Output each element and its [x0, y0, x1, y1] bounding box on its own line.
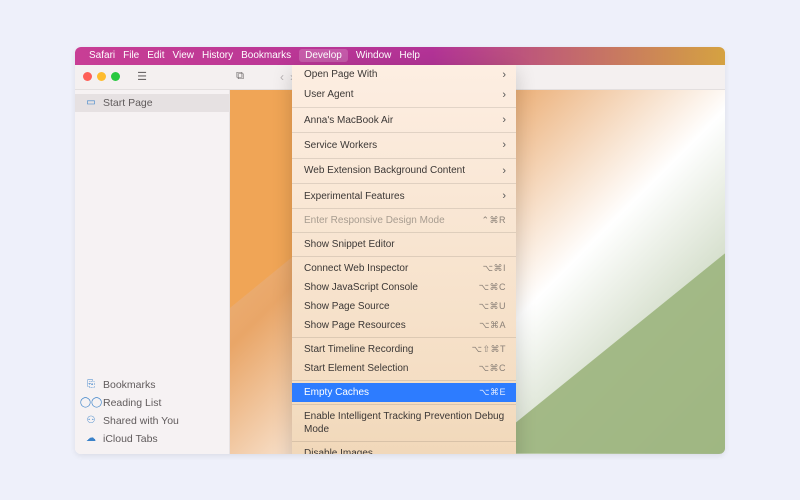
- menu-shortcut: ⌃⌘R: [481, 215, 506, 227]
- menu-bookmarks[interactable]: Bookmarks: [241, 50, 291, 61]
- menu-item[interactable]: Enable Intelligent Tracking Prevention D…: [292, 407, 516, 439]
- cloud-icon: ☁: [85, 433, 97, 444]
- menu-edit[interactable]: Edit: [147, 50, 164, 61]
- sidebar-item-shared[interactable]: ⚇ Shared with You: [75, 412, 229, 430]
- menu-item-label: Show Page Source: [304, 300, 390, 313]
- menu-shortcut: ⌥⌘U: [479, 301, 506, 313]
- window-controls: [83, 72, 120, 81]
- menu-item-label: Anna's MacBook Air: [304, 114, 393, 127]
- sidebar-item-start-page[interactable]: ▭ Start Page: [75, 94, 229, 112]
- menu-item[interactable]: Empty Caches ⌥⌘E: [292, 383, 516, 402]
- menu-item-label: User Agent: [304, 88, 353, 101]
- people-icon: ⚇: [85, 415, 97, 426]
- sidebar-item-bookmarks[interactable]: ⎘ Bookmarks: [75, 376, 229, 394]
- sidebar-toggle-icon[interactable]: ☰: [134, 69, 150, 85]
- menu-item-label: Show Page Resources: [304, 319, 406, 332]
- menu-item-label: Empty Caches: [304, 386, 369, 399]
- menu-item[interactable]: Anna's MacBook Air: [292, 110, 516, 130]
- start-page-icon: ▭: [85, 97, 97, 108]
- menu-shortcut: ⌥⌘C: [479, 363, 506, 375]
- menu-shortcut: ⌥⌘A: [479, 320, 506, 332]
- menu-item[interactable]: Service Workers: [292, 135, 516, 155]
- sidebar-item-label: Shared with You: [103, 415, 179, 427]
- menu-separator: [292, 132, 516, 133]
- menu-item-label: Start Timeline Recording: [304, 343, 414, 356]
- menu-history[interactable]: History: [202, 50, 233, 61]
- menu-view[interactable]: View: [172, 50, 194, 61]
- sidebar-item-label: Bookmarks: [103, 379, 156, 391]
- menu-item-label: Show Snippet Editor: [304, 238, 395, 251]
- menubar: Safari File Edit View History Bookmarks …: [75, 47, 725, 65]
- menu-separator: [292, 107, 516, 108]
- sidebar-item-label: Start Page: [103, 97, 153, 109]
- menu-item-label: Disable Images: [304, 447, 373, 453]
- tab-overview-icon[interactable]: ⧉: [232, 69, 248, 85]
- minimize-button[interactable]: [97, 72, 106, 81]
- zoom-button[interactable]: [111, 72, 120, 81]
- bookmark-icon: ⎘: [85, 379, 97, 390]
- menu-item-label: Enter Responsive Design Mode: [304, 214, 445, 227]
- menu-separator: [292, 441, 516, 442]
- menu-separator: [292, 183, 516, 184]
- sidebar-item-icloud-tabs[interactable]: ☁ iCloud Tabs: [75, 430, 229, 448]
- menu-separator: [292, 208, 516, 209]
- menu-item-label: Enable Intelligent Tracking Prevention D…: [304, 410, 506, 436]
- menu-item[interactable]: Disable Images: [292, 444, 516, 453]
- glasses-icon: ◯◯: [85, 397, 97, 408]
- menu-item[interactable]: Open Page With: [292, 65, 516, 85]
- menu-file[interactable]: File: [123, 50, 139, 61]
- menu-shortcut: ⌥⌘E: [479, 387, 506, 399]
- develop-menu: Open Page With User Agent Anna's MacBook A…: [292, 65, 516, 454]
- menu-item-label: Experimental Features: [304, 190, 405, 203]
- menu-item-label: Web Extension Background Content: [304, 164, 465, 177]
- menu-develop[interactable]: Develop: [299, 49, 348, 62]
- sidebar-item-label: iCloud Tabs: [103, 433, 158, 445]
- menu-item[interactable]: Web Extension Background Content: [292, 161, 516, 181]
- sidebar-item-label: Reading List: [103, 397, 161, 409]
- menu-item[interactable]: Experimental Features: [292, 186, 516, 206]
- menu-window[interactable]: Window: [356, 50, 392, 61]
- menu-item[interactable]: Show JavaScript Console ⌥⌘C: [292, 278, 516, 297]
- sidebar-item-reading-list[interactable]: ◯◯ Reading List: [75, 394, 229, 412]
- menu-shortcut: ⌥⌘C: [479, 282, 506, 294]
- back-button[interactable]: ‹: [280, 70, 284, 84]
- menu-item-label: Start Element Selection: [304, 362, 409, 375]
- menu-item-label: Connect Web Inspector: [304, 262, 408, 275]
- menu-item[interactable]: Show Page Source ⌥⌘U: [292, 297, 516, 316]
- menu-help[interactable]: Help: [399, 50, 420, 61]
- menu-item-label: Show JavaScript Console: [304, 281, 418, 294]
- safari-window: Safari File Edit View History Bookmarks …: [75, 47, 725, 454]
- menu-separator: [292, 158, 516, 159]
- menu-item[interactable]: Show Page Resources ⌥⌘A: [292, 316, 516, 335]
- menu-item[interactable]: Start Element Selection ⌥⌘C: [292, 359, 516, 378]
- menu-shortcut: ⌥⇧⌘T: [472, 344, 506, 356]
- menu-separator: [292, 380, 516, 381]
- close-button[interactable]: [83, 72, 92, 81]
- menu-safari[interactable]: Safari: [89, 50, 115, 61]
- menu-item[interactable]: Show Snippet Editor: [292, 235, 516, 254]
- menu-item[interactable]: Connect Web Inspector ⌥⌘I: [292, 259, 516, 278]
- menu-separator: [292, 337, 516, 338]
- menu-item-label: Open Page With: [304, 68, 377, 81]
- menu-item-label: Service Workers: [304, 139, 377, 152]
- menu-separator: [292, 232, 516, 233]
- menu-shortcut: ⌥⌘I: [483, 263, 506, 275]
- menu-item[interactable]: Start Timeline Recording ⌥⇧⌘T: [292, 340, 516, 359]
- menu-separator: [292, 404, 516, 405]
- sidebar: ▭ Start Page ⎘ Bookmarks ◯◯ Reading List…: [75, 90, 230, 454]
- menu-separator: [292, 256, 516, 257]
- menu-item: Enter Responsive Design Mode ⌃⌘R: [292, 211, 516, 230]
- menu-item[interactable]: User Agent: [292, 85, 516, 105]
